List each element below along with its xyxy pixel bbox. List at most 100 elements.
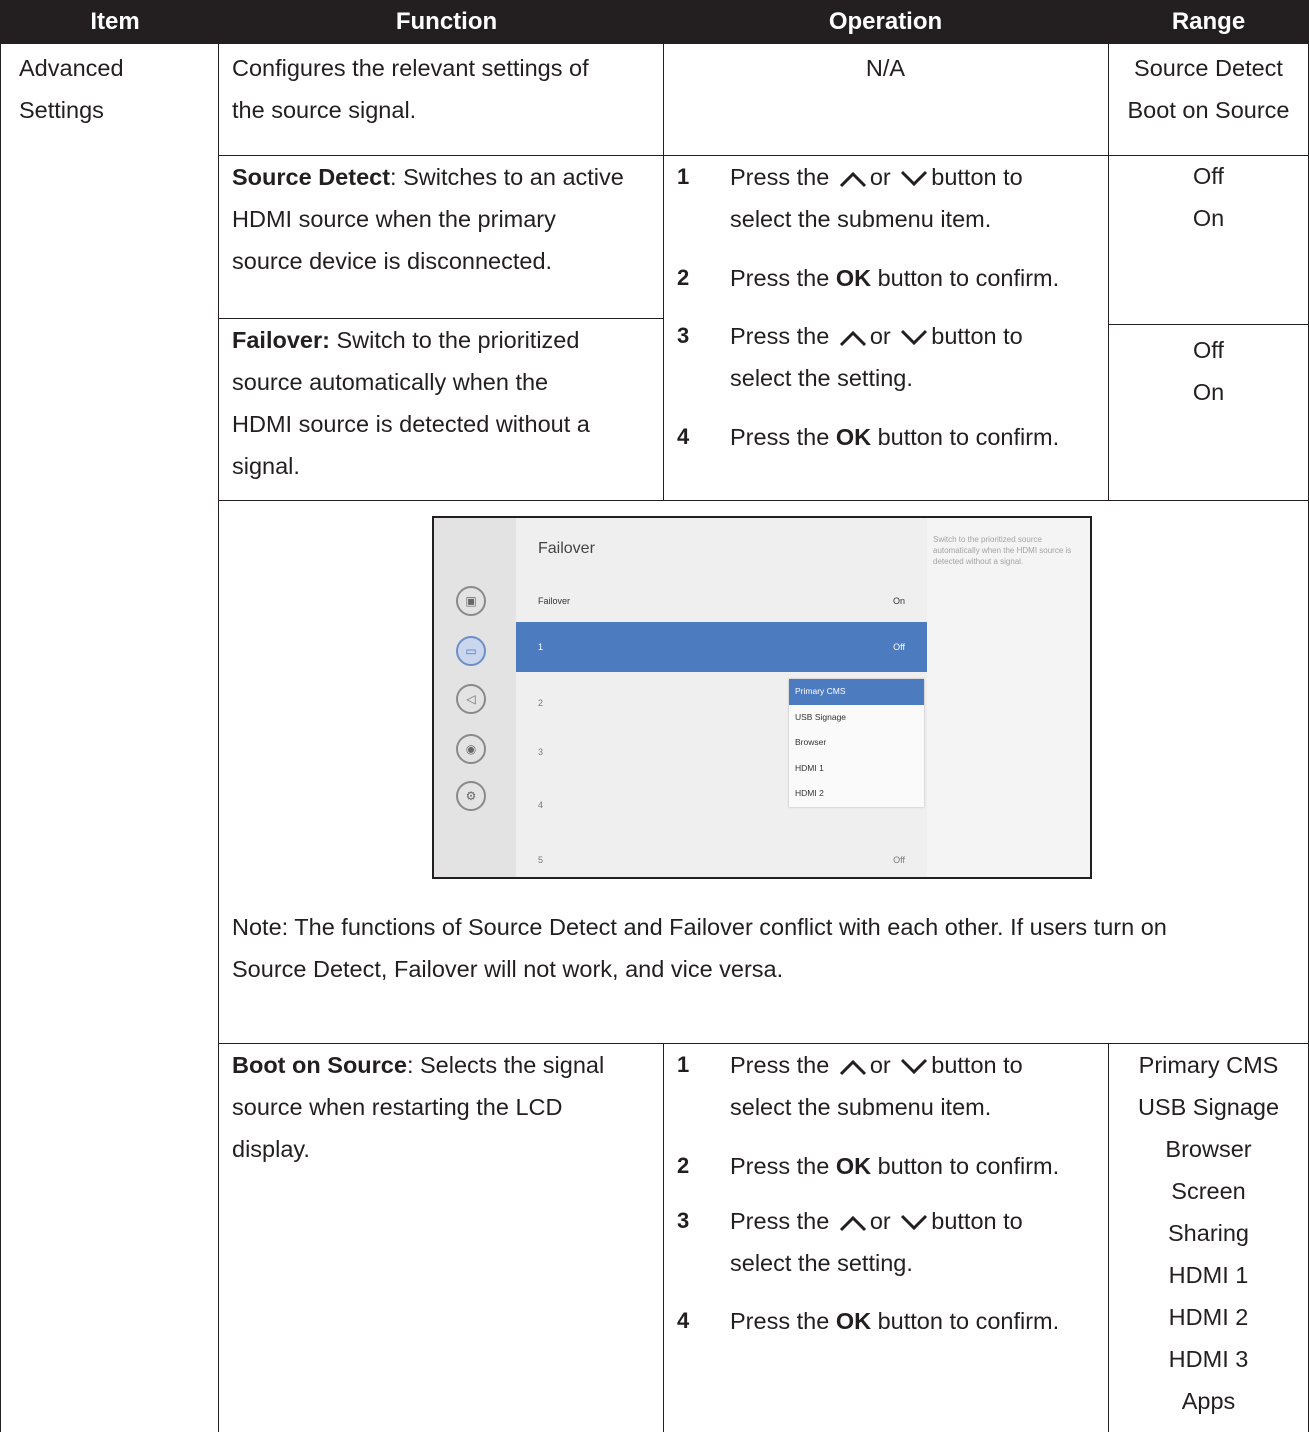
header-function: Function [395,8,498,35]
menu-row-label: 3 [538,747,544,757]
step-number: 4 [677,1308,690,1333]
step-text: Press the [730,1308,830,1334]
step-text: or [869,164,891,190]
menu-help-text: Switch to the prioritized source automat… [927,518,1090,877]
step-text: button to confirm. [877,265,1060,291]
step-text: or [869,1052,891,1078]
step-text: button to confirm. [877,1308,1060,1334]
dropdown-option[interactable]: HDMI 1 [789,756,924,782]
item-label: Advanced [19,55,124,81]
step-text: Press the [730,424,830,450]
range-value: Screen [1171,1178,1246,1204]
menu-icon-rail: ▣ ▭ ◁ ◉ ⚙ [434,518,516,877]
source-detect-description: Source Detect: Switches to an active HDM… [232,156,624,282]
step-text: select the setting. [730,1250,913,1276]
header-range: Range [1171,8,1246,35]
dropdown-option[interactable]: USB Signage [789,705,924,731]
step-text: button to [931,1052,1023,1078]
failover-term: Failover: [232,327,330,353]
function-text: source automatically when the [232,369,549,395]
range-value: USB Signage [1137,1094,1280,1120]
menu-row-label: 5 [538,855,544,865]
note-line: Source Detect, Failover will not work, a… [232,956,784,982]
step-text: button to [931,164,1023,190]
grid-line [663,1043,664,1432]
step-number: 2 [677,1153,690,1178]
dropdown-option[interactable]: HDMI 2 [789,781,924,807]
grid-line [0,44,1,1432]
range-value: Sharing [1168,1220,1249,1246]
dropdown-option[interactable]: Browser [789,730,924,756]
menu-row-label: 4 [538,800,544,810]
step-text: button to confirm. [877,424,1060,450]
range-value: Apps [1181,1388,1236,1414]
ok-button-label: OK [835,1153,872,1179]
note-line: Note: The functions of Source Detect and… [232,914,1167,940]
function-text: : Selects the signal [406,1052,605,1078]
step-text: button to [931,1208,1023,1234]
dropdown-option[interactable]: Primary CMS [789,679,924,705]
range-value: Browser [1165,1136,1252,1162]
function-text: display. [232,1136,310,1162]
function-text: Switch to the prioritized [329,327,580,353]
function-text: signal. [232,453,300,479]
function-text: HDMI source is detected without a [232,411,590,437]
range-value: Off [1193,163,1224,189]
menu-row[interactable]: Failover On [516,576,927,626]
up-arrow-icon [839,330,866,346]
boot-on-source-term: Boot on Source [232,1052,407,1078]
function-text: : Switches to an active [390,164,624,190]
operation-cell: N/A [865,55,906,81]
menu-row-label: 2 [538,698,544,708]
ok-button-label: OK [835,1308,872,1334]
up-arrow-icon [839,171,866,187]
step-number: 3 [677,323,690,348]
function-text: source when restarting the LCD [232,1094,563,1120]
step-text: or [869,323,891,349]
step-text: Press the [730,1153,830,1179]
step-number: 3 [677,1208,690,1233]
failover-menu-screenshot: ▣ ▭ ◁ ◉ ⚙ Failover Failover On 1 Off 2 3… [432,516,1092,879]
step-text: select the submenu item. [730,206,992,232]
menu-row[interactable]: 1 Off [516,622,927,672]
step-text: Press the [730,265,830,291]
note-text: Note: The functions of Source Detect and… [232,906,1302,990]
step-text: or [869,1208,891,1234]
range-cell: Off On [1108,329,1309,413]
grid-line [218,500,1309,501]
item-cell: Advanced Settings [19,47,124,131]
function-text: source device is disconnected. [232,248,553,274]
function-text: HDMI source when the primary [232,206,556,232]
failover-description: Failover: Switch to the prioritized sour… [232,319,590,487]
step-text: select the setting. [730,365,913,391]
boot-on-source-description: Boot on Source: Selects the signal sourc… [232,1044,604,1170]
range-value: HDMI 1 [1168,1262,1249,1288]
menu-row-value: Off [893,642,905,652]
source-detect-term: Source Detect [232,164,391,190]
network-icon: ◉ [456,734,486,764]
audio-icon: ◁ [456,684,486,714]
source-dropdown[interactable]: Primary CMS USB Signage Browser HDMI 1 H… [789,679,924,807]
range-cell: Off On [1108,155,1309,239]
range-value: Boot on Source [1127,97,1290,123]
ok-button-label: OK [835,265,872,291]
range-cell: Source Detect Boot on Source [1108,47,1309,131]
step-text: Press the [730,164,830,190]
range-value: Source Detect [1134,55,1283,81]
step-text: Press the [730,1052,830,1078]
down-arrow-icon [901,329,928,345]
menu-title: Failover [538,540,595,557]
range-value: On [1192,379,1225,405]
ok-button-label: OK [835,424,872,450]
step-number: 2 [677,265,690,290]
menu-row[interactable]: 5 Off [516,835,927,877]
header-operation: Operation [828,8,943,35]
step-number: 1 [677,164,690,189]
down-arrow-icon [901,170,928,186]
menu-row-value: On [892,596,905,606]
menu-row-value: Off [893,855,905,865]
down-arrow-icon [901,1214,928,1230]
step-number: 1 [677,1052,690,1077]
down-arrow-icon [901,1058,928,1074]
source-icon: ▭ [456,636,486,666]
